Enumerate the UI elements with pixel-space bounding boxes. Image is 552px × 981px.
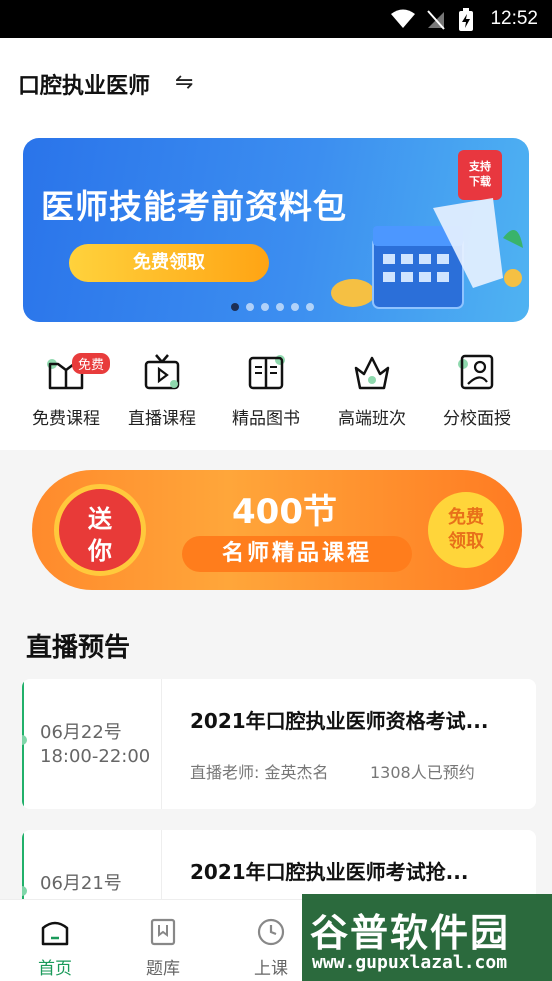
promo-claim-button[interactable]: 免费 领取 bbox=[428, 492, 504, 568]
live-title: 2021年口腔执业医师考试抢... bbox=[190, 860, 469, 884]
tab-home[interactable]: 首页 bbox=[0, 900, 110, 979]
live-card[interactable]: 06月22号 18:00-22:00 2021年口腔执业医师资格考试... 直播… bbox=[22, 679, 536, 809]
status-bar: 12:52 bbox=[0, 0, 552, 38]
book-pages-icon bbox=[248, 355, 285, 390]
nav-branch-classes[interactable]: 分校面授 bbox=[425, 350, 529, 429]
live-date-day: 06月21号 bbox=[40, 873, 122, 894]
promo-seal-top: 送 bbox=[88, 505, 112, 533]
nav-label: 高端班次 bbox=[338, 409, 406, 429]
banner-download-tag: 支持 下载 bbox=[458, 150, 502, 200]
banner-pagination bbox=[231, 303, 314, 311]
promo-gift-seal: 送 你 bbox=[54, 484, 146, 576]
no-signal-icon bbox=[427, 10, 445, 30]
live-date-day: 06月22号 bbox=[40, 722, 122, 743]
home-icon bbox=[41, 921, 69, 946]
tab-label: 首页 bbox=[38, 959, 72, 979]
pagination-dot[interactable] bbox=[231, 303, 239, 311]
nav-books[interactable]: 精品图书 bbox=[214, 350, 318, 429]
promo-btn-line2: 领取 bbox=[448, 531, 484, 552]
promo-seal-bottom: 你 bbox=[88, 537, 112, 565]
promo-subline: 名师精品课程 bbox=[182, 536, 412, 572]
battery-charging-icon bbox=[459, 8, 473, 31]
pagination-dot[interactable] bbox=[276, 303, 284, 311]
nav-label: 精品图书 bbox=[232, 409, 300, 429]
live-date-time: 18:00-22:00 bbox=[40, 746, 151, 767]
course-promo-banner[interactable]: 送 你 400节 名师精品课程 免费 领取 bbox=[32, 470, 522, 590]
wifi-icon bbox=[391, 9, 415, 28]
nav-label: 分校面授 bbox=[443, 409, 511, 429]
page-title[interactable]: 口腔执业医师 bbox=[18, 68, 150, 100]
nav-label: 直播课程 bbox=[128, 409, 196, 429]
crown-icon bbox=[354, 356, 390, 390]
banner-claim-button[interactable]: 免费领取 bbox=[69, 244, 269, 282]
nav-live-courses[interactable]: 直播课程 bbox=[110, 350, 214, 429]
watermark-overlay: 谷普软件园 www.gupuxlazal.com bbox=[302, 894, 552, 981]
classroom-icon bbox=[458, 354, 494, 390]
live-date: 06月21号 bbox=[40, 872, 122, 896]
nav-premium-classes[interactable]: 高端班次 bbox=[320, 350, 424, 429]
promo-headline: 400节 bbox=[232, 492, 337, 532]
pagination-dot[interactable] bbox=[246, 303, 254, 311]
switch-exam-icon[interactable]: ⇋ bbox=[175, 70, 193, 95]
banner-tag-line2: 下载 bbox=[469, 175, 491, 188]
live-title: 2021年口腔执业医师资格考试... bbox=[190, 709, 489, 733]
category-nav: 免费 免费课程 直播课程 精品图书 高端班次 分校面授 bbox=[0, 350, 552, 446]
live-teacher: 直播老师: 金英杰名 bbox=[190, 763, 329, 782]
tv-play-icon bbox=[144, 354, 180, 390]
status-time: 12:52 bbox=[490, 8, 538, 29]
pagination-dot[interactable] bbox=[306, 303, 314, 311]
banner-tag-line1: 支持 bbox=[469, 160, 491, 173]
nav-free-courses[interactable]: 免费 免费课程 bbox=[14, 350, 118, 429]
banner-calendar-illustration bbox=[331, 198, 523, 309]
live-reservation-count: 1308人已预约 bbox=[370, 763, 475, 782]
clock-icon bbox=[257, 918, 285, 946]
nav-label: 免费课程 bbox=[32, 409, 100, 429]
promo-banner[interactable]: 医师技能考前资料包 免费领取 支持 下载 bbox=[23, 138, 529, 322]
tab-question-bank[interactable]: 题库 bbox=[108, 900, 218, 979]
header-area: 口腔执业医师 ⇋ 医师技能考前资料包 免费领取 支持 下载 免费 免费课程 直播… bbox=[0, 38, 552, 450]
bookmark-icon bbox=[150, 918, 176, 946]
pagination-dot[interactable] bbox=[291, 303, 299, 311]
free-badge: 免费 bbox=[72, 353, 111, 374]
banner-title: 医师技能考前资料包 bbox=[41, 187, 347, 226]
pagination-dot[interactable] bbox=[261, 303, 269, 311]
live-section-title: 直播预告 bbox=[26, 633, 131, 663]
watermark-url: www.gupuxlazal.com bbox=[312, 952, 508, 973]
watermark-name: 谷普软件园 bbox=[310, 911, 511, 955]
live-date: 06月22号 18:00-22:00 bbox=[40, 721, 150, 769]
live-card-time-column: 06月22号 18:00-22:00 bbox=[24, 679, 162, 809]
promo-btn-line1: 免费 bbox=[448, 507, 484, 528]
tab-label: 题库 bbox=[146, 959, 180, 979]
